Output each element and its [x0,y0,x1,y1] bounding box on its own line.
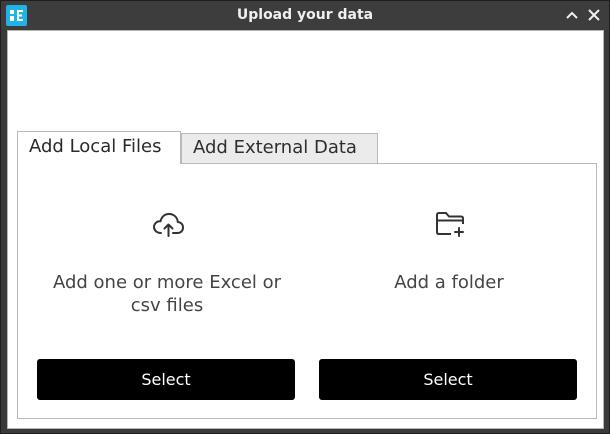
add-folder-section: Add a folder Select [319,164,589,418]
add-folder-description: Add a folder [394,272,504,293]
local-files-panel: Add one or more Excel or csv files Selec… [17,163,597,419]
upload-dialog-window: Upload your data Add Local Files Add Ext… [0,0,610,434]
tab-add-external-data[interactable]: Add External Data [181,133,378,163]
select-folder-button[interactable]: Select [319,359,577,400]
collapse-chevron-icon[interactable] [564,7,580,23]
add-files-description: Add one or more Excel or csv files [52,272,282,316]
folder-add-icon [434,209,468,239]
dialog-content: Add Local Files Add External Data Add on… [7,30,604,429]
add-files-section: Add one or more Excel or csv files Selec… [37,164,307,418]
cloud-upload-icon [152,209,186,239]
tab-add-local-files[interactable]: Add Local Files [17,131,181,164]
window-title: Upload your data [236,7,374,23]
close-icon[interactable] [586,7,602,23]
title-bar[interactable]: Upload your data [1,1,609,30]
select-files-button[interactable]: Select [37,359,295,400]
